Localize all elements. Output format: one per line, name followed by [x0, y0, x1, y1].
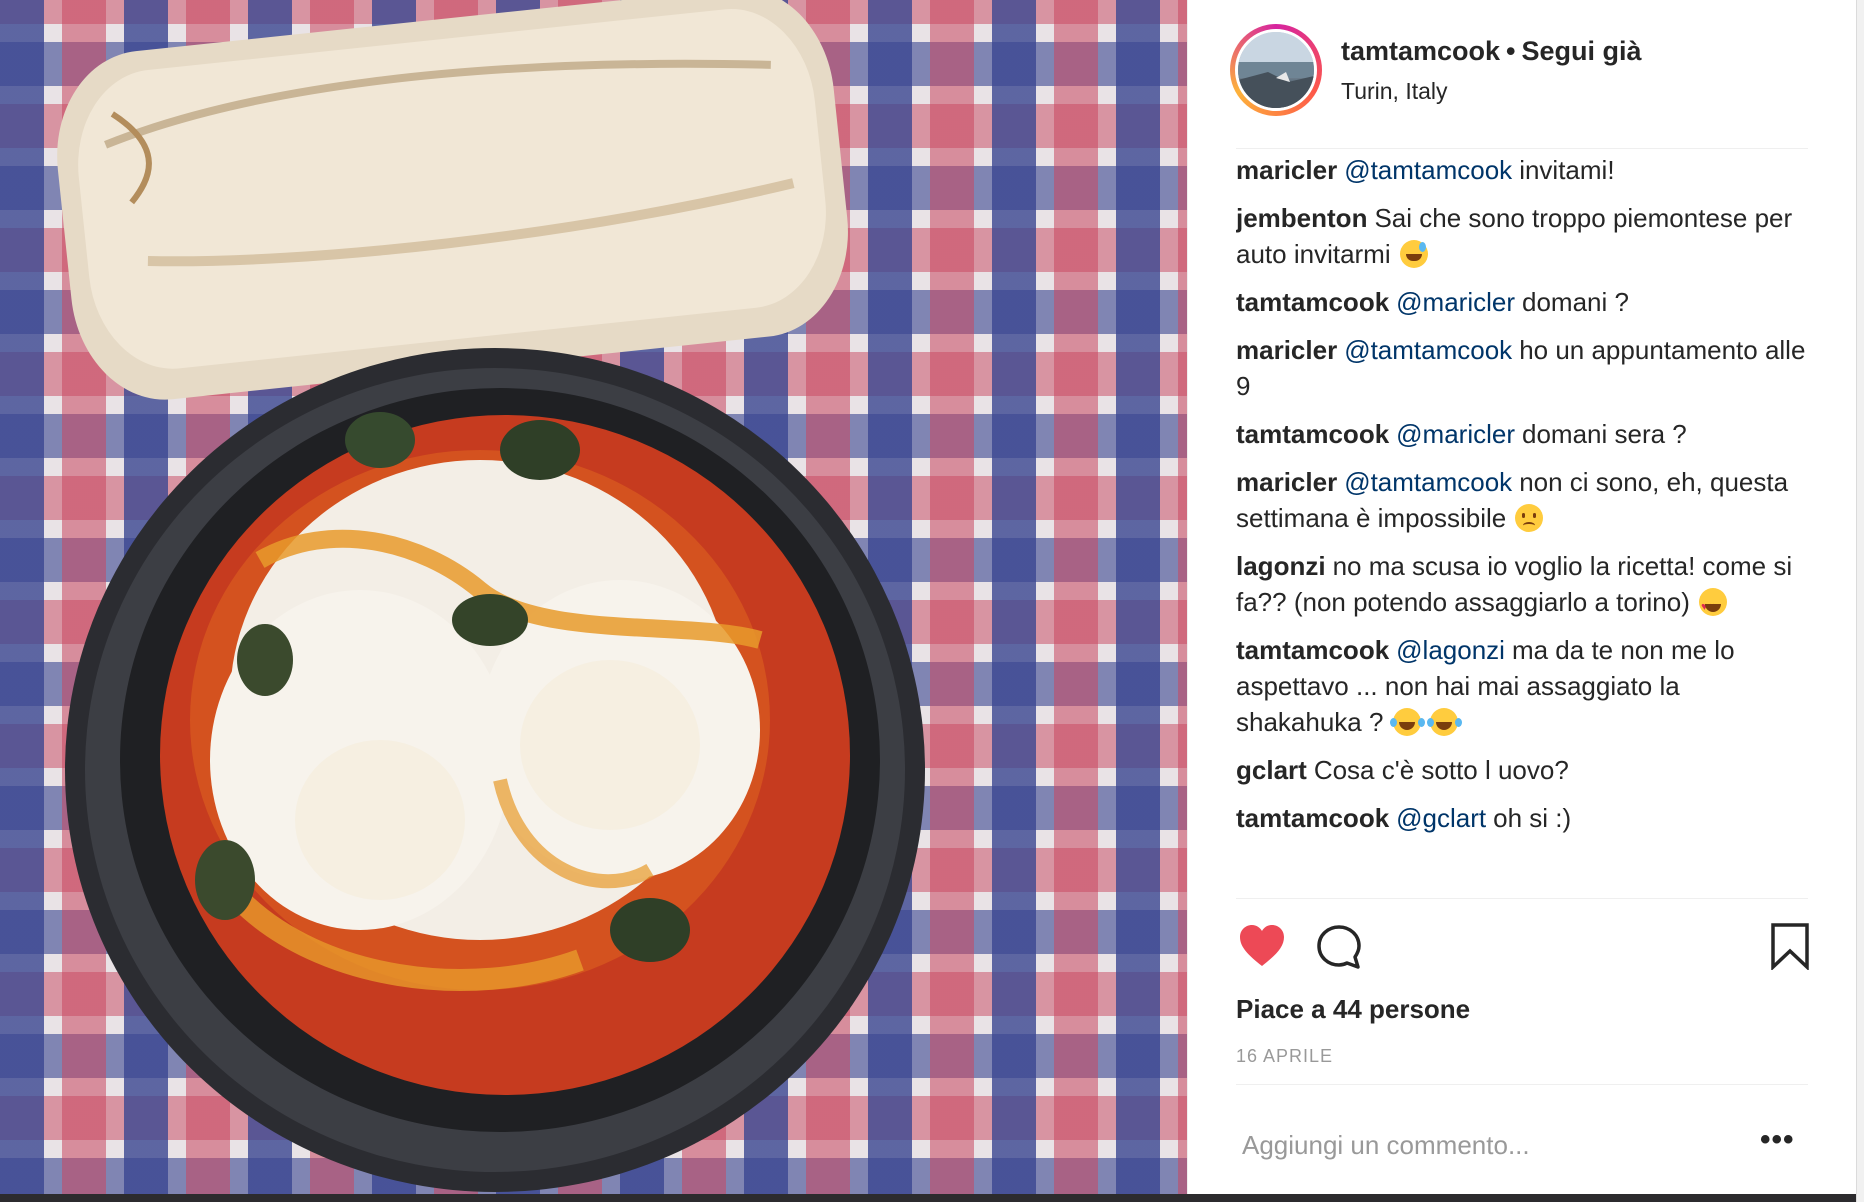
post-author-line: tamtamcook • Segui già — [1341, 36, 1642, 67]
comment-mention-link[interactable]: @tamtamcook — [1344, 335, 1512, 365]
comment-item: gclart Cosa c'è sotto l uovo? — [1236, 752, 1808, 788]
comment-text: domani sera ? — [1522, 419, 1687, 449]
comment-text: oh si :) — [1493, 803, 1572, 833]
comment-item: tamtamcook @lagonzi ma da te non me lo asp… — [1236, 632, 1808, 740]
comment-text: invitami! — [1519, 155, 1615, 185]
comment-text: domani ? — [1522, 287, 1629, 317]
avatar[interactable] — [1235, 29, 1317, 111]
emoji-icon — [1699, 588, 1728, 625]
header-divider — [1236, 148, 1808, 149]
comment-item: maricler @tamtamcook non ci sono, eh, ques… — [1236, 464, 1808, 536]
comment-username-link[interactable]: tamtamcook — [1236, 803, 1389, 833]
follow-status-button[interactable]: Segui già — [1522, 36, 1642, 66]
photo-illustration — [57, 0, 925, 1192]
comments-divider — [1236, 898, 1808, 899]
emoji-icon — [1399, 240, 1428, 268]
comment-item: maricler @tamtamcook ho un appuntamento al… — [1236, 332, 1808, 404]
comment-item: jembenton Sai che sono troppo piemontese … — [1236, 200, 1808, 272]
bookmark-icon[interactable] — [1770, 922, 1810, 975]
post-photo[interactable] — [0, 0, 1187, 1202]
add-comment-input[interactable] — [1240, 1126, 1724, 1164]
comment-mention-link[interactable]: @lagonzi — [1396, 635, 1505, 665]
comment-mention-link[interactable]: @tamtamcook — [1344, 155, 1512, 185]
comment-username-link[interactable]: tamtamcook — [1236, 419, 1389, 449]
comment-mention-link[interactable]: @maricler — [1396, 287, 1515, 317]
comment-item: tamtamcook @gclart oh si :) — [1236, 800, 1808, 836]
avatar-image — [1238, 32, 1314, 108]
comment-item: lagonzi no ma scusa io voglio la ricetta!… — [1236, 548, 1808, 625]
heart-filled-icon[interactable] — [1238, 924, 1286, 973]
comment-bubble-icon[interactable] — [1316, 924, 1362, 975]
comment-item: maricler @tamtamcook invitami! — [1236, 152, 1808, 188]
comment-username-link[interactable]: tamtamcook — [1236, 635, 1389, 665]
comment-mention-link[interactable]: @gclart — [1396, 803, 1486, 833]
post-header: tamtamcook • Segui già Turin, Italy — [1188, 0, 1808, 148]
post-date[interactable]: 16 APRILE — [1236, 1046, 1333, 1067]
post-sidebar: tamtamcook • Segui già Turin, Italy maricl… — [1187, 0, 1858, 1194]
likes-count-link[interactable]: Piace a 44 persone — [1236, 994, 1470, 1025]
emoji-icon — [1426, 708, 1458, 736]
comment-mention-link[interactable]: @tamtamcook — [1344, 467, 1512, 497]
photo-bottom-edge — [0, 1194, 1864, 1202]
comments-list[interactable]: maricler @tamtamcook invitami! jembenton Sai… — [1236, 152, 1808, 897]
comment-box-divider — [1236, 1084, 1808, 1085]
comment-username-link[interactable]: maricler — [1236, 467, 1337, 497]
header-separator: • — [1506, 36, 1516, 66]
location-link[interactable]: Turin, Italy — [1341, 78, 1448, 105]
bread-loaf — [57, 0, 848, 400]
comment-username-link[interactable]: maricler — [1236, 335, 1337, 365]
comment-username-link[interactable]: gclart — [1236, 755, 1307, 785]
comment-text: Cosa c'è sotto l uovo? — [1313, 755, 1569, 785]
comment-mention-link[interactable]: @maricler — [1396, 419, 1515, 449]
more-options-icon[interactable]: ••• — [1760, 1125, 1795, 1155]
action-bar — [1236, 920, 1810, 980]
comment-username-link[interactable]: jembenton — [1236, 203, 1367, 233]
username-link[interactable]: tamtamcook — [1341, 36, 1500, 66]
egg-yolk — [520, 660, 700, 830]
comment-item: tamtamcook @maricler domani ? — [1236, 284, 1808, 320]
comment-item: tamtamcook @maricler domani sera ? — [1236, 416, 1808, 452]
comment-username-link[interactable]: tamtamcook — [1236, 287, 1389, 317]
emoji-icon — [1389, 708, 1421, 736]
scrollbar-track[interactable] — [1856, 0, 1864, 1202]
comment-username-link[interactable]: lagonzi — [1236, 551, 1326, 581]
emoji-icon — [1515, 504, 1544, 532]
comment-username-link[interactable]: maricler — [1236, 155, 1337, 185]
